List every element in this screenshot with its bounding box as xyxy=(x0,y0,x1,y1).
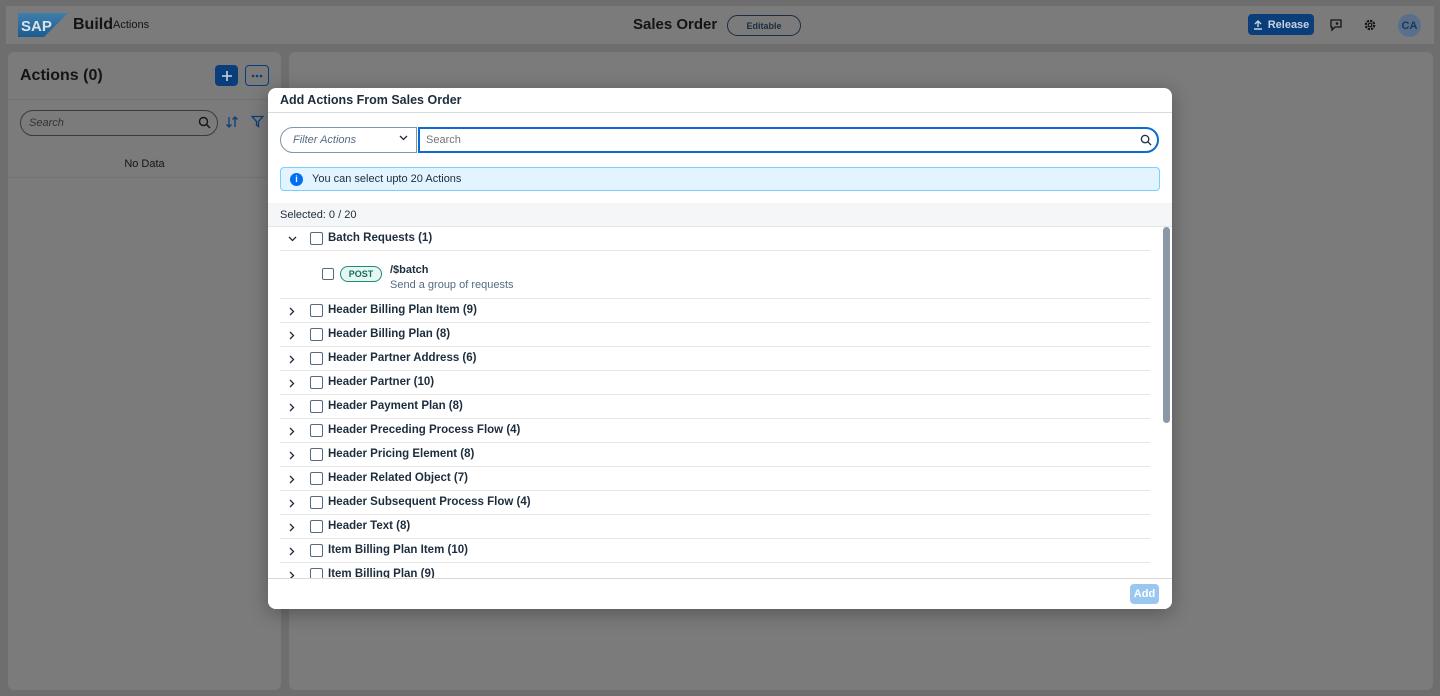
sap-logo-icon: SAP xyxy=(18,13,68,37)
add-action-button[interactable] xyxy=(215,65,238,86)
group-label: Header Subsequent Process Flow (4) xyxy=(328,496,531,508)
brand-subtitle: Actions xyxy=(113,19,150,31)
avatar[interactable]: CA xyxy=(1398,14,1421,37)
divider xyxy=(8,177,281,178)
chevron-right-icon[interactable] xyxy=(287,354,297,364)
group-checkbox[interactable] xyxy=(310,400,323,413)
chevron-right-icon[interactable] xyxy=(287,546,297,556)
actions-panel: Actions (0) Search No Data xyxy=(8,52,281,690)
plus-icon xyxy=(221,70,232,81)
status-badge: Editable xyxy=(727,15,801,36)
chevron-right-icon[interactable] xyxy=(287,522,297,532)
group-row[interactable]: Header Preceding Process Flow (4) xyxy=(280,419,1150,443)
filter-actions-select[interactable]: Filter Actions xyxy=(280,127,417,153)
group-row[interactable]: Header Billing Plan (8) xyxy=(280,323,1150,347)
info-message-text: You can select upto 20 Actions xyxy=(312,173,462,185)
group-label: Batch Requests (1) xyxy=(328,232,433,244)
group-label: Header Partner (10) xyxy=(328,376,435,388)
overflow-icon xyxy=(251,74,263,77)
group-row-batch-requests[interactable]: Batch Requests (1) xyxy=(280,227,1150,251)
info-icon: i xyxy=(290,172,303,186)
group-checkbox[interactable] xyxy=(310,232,323,245)
chevron-right-icon[interactable] xyxy=(287,426,297,436)
brand-title: Build xyxy=(73,16,113,33)
group-checkbox[interactable] xyxy=(310,496,323,509)
dialog-footer xyxy=(268,579,1172,609)
group-label: Header Billing Plan Item (9) xyxy=(328,304,477,316)
selected-count: Selected: 0 / 20 xyxy=(268,203,1172,226)
group-label: Header Payment Plan (8) xyxy=(328,400,463,412)
group-label: Header Partner Address (6) xyxy=(328,352,477,364)
group-label: Item Billing Plan Item (10) xyxy=(328,544,468,556)
upload-icon xyxy=(1253,19,1262,30)
http-method-badge: POST xyxy=(340,266,382,282)
group-checkbox[interactable] xyxy=(310,328,323,341)
gear-icon[interactable] xyxy=(1361,16,1379,34)
group-checkbox[interactable] xyxy=(310,424,323,437)
sort-icon[interactable] xyxy=(225,115,239,129)
chevron-right-icon[interactable] xyxy=(287,402,297,412)
group-row[interactable]: Header Payment Plan (8) xyxy=(280,395,1150,419)
group-checkbox[interactable] xyxy=(310,520,323,533)
shell-bar: SAP Build Actions Sales Order Editable R… xyxy=(6,6,1434,44)
info-message-strip: i You can select upto 20 Actions xyxy=(280,167,1160,191)
divider xyxy=(268,578,1172,579)
chevron-right-icon[interactable] xyxy=(287,330,297,340)
group-label: Header Related Object (7) xyxy=(328,472,468,484)
page-title: Sales Order xyxy=(633,16,718,33)
release-button[interactable]: Release xyxy=(1248,14,1314,35)
search-icon[interactable] xyxy=(1140,134,1152,146)
svg-text:SAP: SAP xyxy=(21,18,52,35)
more-options-button[interactable] xyxy=(245,65,269,86)
divider xyxy=(268,112,1172,113)
actions-search-input[interactable]: Search xyxy=(20,110,218,136)
group-checkbox[interactable] xyxy=(310,544,323,557)
group-row[interactable]: Header Billing Plan Item (9) xyxy=(280,299,1150,323)
action-path: /$batch xyxy=(390,264,429,276)
group-checkbox[interactable] xyxy=(310,376,323,389)
chevron-down-icon[interactable] xyxy=(287,234,297,244)
group-row[interactable]: Header Partner (10) xyxy=(280,371,1150,395)
chevron-right-icon[interactable] xyxy=(287,378,297,388)
group-row[interactable]: Header Related Object (7) xyxy=(280,467,1150,491)
dialog-title: Add Actions From Sales Order xyxy=(280,93,462,107)
add-button[interactable]: Add xyxy=(1130,584,1159,604)
group-checkbox[interactable] xyxy=(310,472,323,485)
group-checkbox[interactable] xyxy=(310,448,323,461)
group-row[interactable]: Header Pricing Element (8) xyxy=(280,443,1150,467)
group-checkbox[interactable] xyxy=(310,352,323,365)
actions-panel-title: Actions (0) xyxy=(20,67,103,84)
chevron-right-icon[interactable] xyxy=(287,306,297,316)
chevron-right-icon[interactable] xyxy=(287,498,297,508)
filter-icon[interactable] xyxy=(251,115,264,128)
empty-state-text: No Data xyxy=(124,158,165,170)
group-row[interactable]: Header Text (8) xyxy=(280,515,1150,539)
group-row[interactable]: Header Partner Address (6) xyxy=(280,347,1150,371)
add-actions-dialog: Add Actions From Sales Order Filter Acti… xyxy=(268,88,1172,609)
group-label: Header Preceding Process Flow (4) xyxy=(328,424,521,436)
chevron-right-icon[interactable] xyxy=(287,450,297,460)
divider xyxy=(8,99,281,100)
action-row-batch[interactable]: POST /$batch Send a group of requests xyxy=(280,251,1150,299)
chevron-right-icon[interactable] xyxy=(287,474,297,484)
group-checkbox[interactable] xyxy=(310,304,323,317)
search-icon[interactable] xyxy=(198,116,211,129)
group-row[interactable]: Header Subsequent Process Flow (4) xyxy=(280,491,1150,515)
scrollbar-thumb[interactable] xyxy=(1163,227,1170,423)
feedback-icon[interactable] xyxy=(1327,16,1345,34)
group-row[interactable]: Item Billing Plan Item (10) xyxy=(280,539,1150,563)
action-description: Send a group of requests xyxy=(390,279,514,291)
action-checkbox[interactable] xyxy=(322,268,334,280)
group-label: Header Billing Plan (8) xyxy=(328,328,451,340)
group-label: Header Text (8) xyxy=(328,520,411,532)
dialog-search-input[interactable] xyxy=(418,127,1159,153)
chevron-down-icon[interactable] xyxy=(399,135,408,141)
group-label: Header Pricing Element (8) xyxy=(328,448,475,460)
release-label: Release xyxy=(1267,18,1310,31)
